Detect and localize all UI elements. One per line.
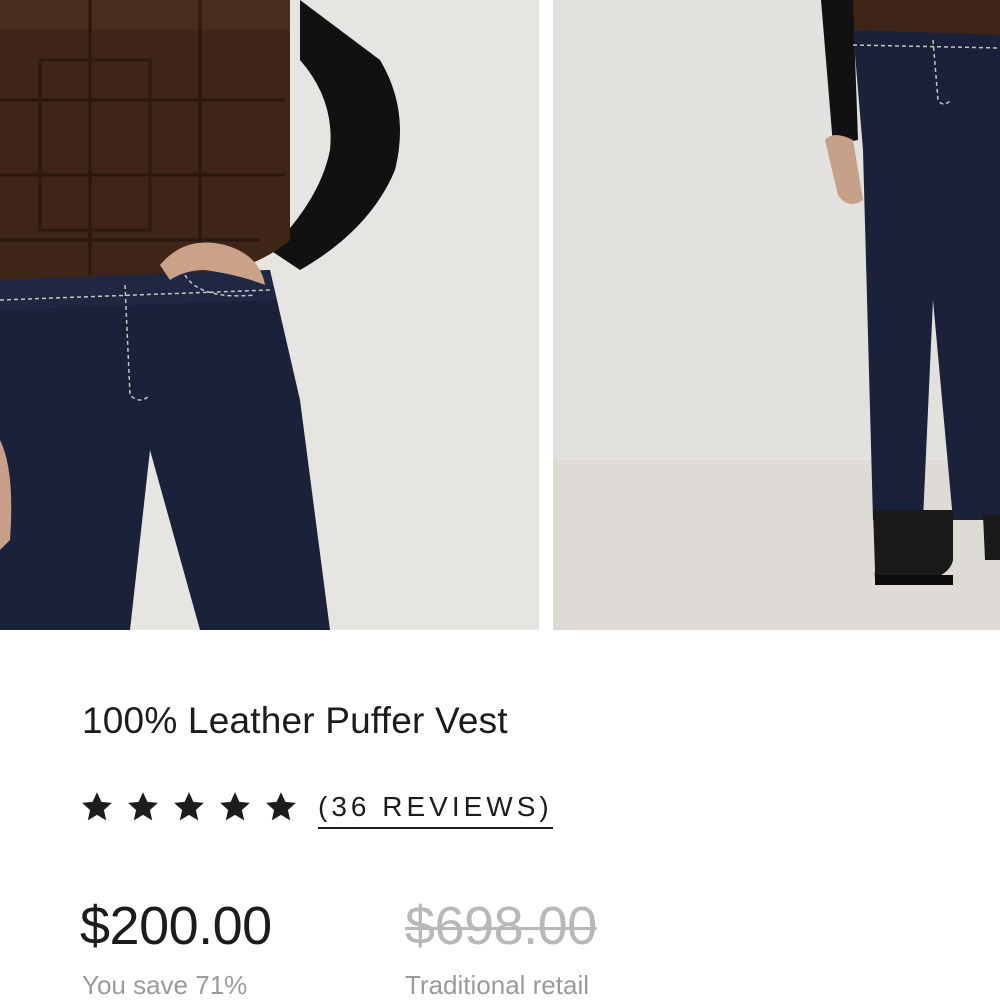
product-image-front[interactable] [0, 0, 539, 630]
product-title: 100% Leather Puffer Vest [82, 700, 508, 741]
reviews-link[interactable]: (36 REVIEWS) [318, 791, 553, 829]
savings-label: You save 71% [82, 970, 248, 1000]
product-image-gallery [0, 0, 1000, 630]
star-icon [266, 792, 296, 821]
star-icon [128, 792, 158, 821]
product-photo-vest-jeans [0, 0, 539, 630]
star-rating [80, 790, 298, 824]
retail-price: $698.00 [405, 896, 597, 956]
product-image-side[interactable] [553, 0, 1000, 630]
star-icon [82, 792, 112, 821]
product-rating: (36 REVIEWS) [80, 783, 553, 831]
sale-price: $200.00 [80, 896, 272, 956]
star-icon [174, 792, 204, 821]
reviews-count: (36 REVIEWS) [318, 791, 553, 829]
retail-price-label: Traditional retail [405, 970, 590, 1000]
product-photo-full-length [553, 0, 1000, 630]
star-icon [220, 792, 250, 821]
